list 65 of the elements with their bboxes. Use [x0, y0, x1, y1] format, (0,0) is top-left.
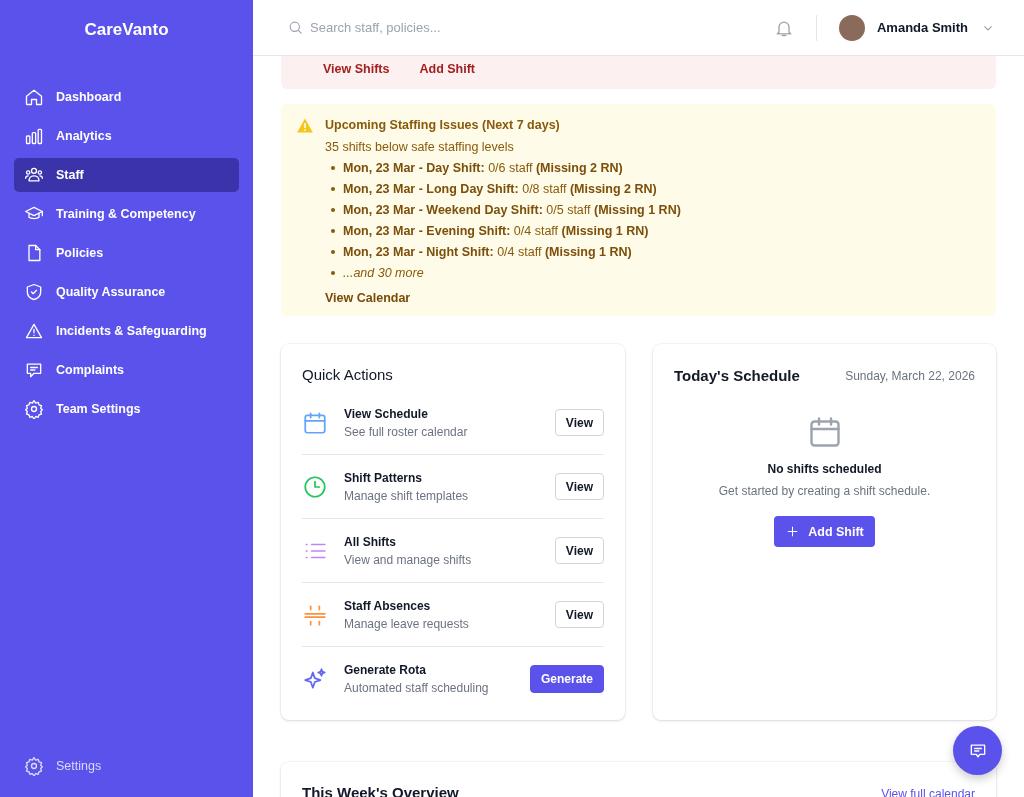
card-title: Quick Actions — [302, 366, 394, 383]
sidebar-item[interactable]: Quality Assurance — [14, 275, 239, 309]
sidebar-item[interactable]: Training & Competency — [14, 197, 239, 231]
avatar[interactable] — [839, 14, 865, 41]
action-title: Staff Absences — [344, 598, 432, 613]
shift-link[interactable]: View Shifts — [323, 62, 390, 76]
generate-button[interactable]: Generate — [529, 664, 604, 693]
shift-issue-item: Mon, 23 Mar - Evening Shift: 0/4 staff (Missing 1 RN) — [343, 223, 649, 239]
sidebar-item[interactable]: Team Settings — [14, 392, 239, 426]
shift-issue-item: Mon, 23 Mar - Long Day Shift: 0/8 staff (Missing 2 RN) — [343, 181, 657, 197]
plus-icon — [785, 524, 801, 539]
calendar-icon — [302, 409, 328, 436]
shift-issue-item: Mon, 23 Mar - Night Shift: 0/4 staff (Missing 1 RN) — [343, 244, 632, 260]
shift-issue-item: Mon, 23 Mar - Weekend Day Shift: 0/5 staff (Missing 1 RN) — [343, 202, 681, 218]
add-shift-button[interactable]: Add Shift — [774, 516, 875, 547]
gear-icon — [24, 399, 44, 419]
bullet-dot — [331, 166, 335, 170]
user-name[interactable]: Amanda Smith — [877, 20, 968, 35]
sidebar-item[interactable]: Complaints — [14, 353, 239, 387]
action-title: Shift Patterns — [344, 470, 423, 485]
bar-chart-icon — [24, 126, 44, 146]
clock-icon — [302, 473, 328, 500]
action-description: Manage shift templates — [344, 488, 470, 503]
search-field[interactable]: Search staff, policies... — [310, 20, 570, 35]
action-description: Manage leave requests — [344, 616, 470, 631]
alert-title: Upcoming Staffing Issues (Next 7 days) — [325, 118, 561, 132]
sidebar-item[interactable]: Staff — [14, 158, 239, 192]
bullet-dot — [331, 250, 335, 254]
view-button[interactable]: View — [554, 409, 604, 436]
view-button[interactable]: View — [554, 537, 604, 564]
view-calendar-link[interactable]: View Calendar — [325, 291, 411, 305]
card-title: Today's Schedule — [674, 367, 800, 384]
bullet-dot — [331, 208, 335, 212]
action-description: View and manage shifts — [344, 552, 473, 567]
empty-state-title: No shifts scheduled — [767, 462, 882, 476]
sidebar-item[interactable]: Dashboard — [14, 80, 239, 114]
view-button[interactable]: View — [554, 601, 604, 628]
settings-icon — [24, 756, 44, 776]
warning-icon — [24, 321, 44, 341]
bullet-dot — [331, 271, 335, 275]
warning-icon — [297, 118, 313, 134]
shift-issue-item: Mon, 23 Mar - Day Shift: 0/6 staff (Missing 2 RN) — [343, 160, 623, 176]
action-title: All Shifts — [344, 534, 397, 549]
shield-check-icon — [24, 282, 44, 302]
search-icon — [287, 19, 304, 36]
action-description: Automated staff scheduling — [344, 680, 490, 695]
action-description: See full roster calendar — [344, 424, 469, 439]
sidebar-item[interactable]: Policies — [14, 236, 239, 270]
schedule-date: Sunday, March 22, 2026 — [845, 368, 975, 383]
bullet-dot — [331, 229, 335, 233]
bullet-dot — [331, 187, 335, 191]
people-icon — [24, 165, 44, 185]
settings-link[interactable]: Settings — [14, 749, 239, 783]
action-title: View Schedule — [344, 406, 429, 421]
sidebar-item[interactable]: Incidents & Safeguarding — [14, 314, 239, 348]
empty-state-text: Get started by creating a shift schedule. — [718, 484, 931, 498]
chat-button[interactable] — [953, 726, 1002, 775]
view-button[interactable]: View — [554, 473, 604, 500]
alert-summary: 35 shifts below safe staffing levels — [325, 140, 515, 154]
action-title: Generate Rota — [344, 662, 428, 677]
brand-name: CareVanto — [83, 20, 170, 40]
home-icon — [24, 87, 44, 107]
shift-issue-item: ...and 30 more — [343, 265, 424, 281]
shift-link[interactable]: Add Shift — [419, 62, 475, 76]
sidebar-item[interactable]: Analytics — [14, 119, 239, 153]
